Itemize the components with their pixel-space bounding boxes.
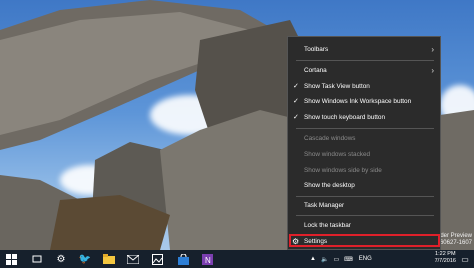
menu-item-label: Show windows stacked: [304, 150, 371, 158]
svg-text:N: N: [205, 256, 211, 265]
menu-item-task-manager[interactable]: Task Manager: [288, 198, 440, 212]
clock[interactable]: 1:22 PM 7/7/2016: [435, 251, 456, 265]
menu-separator: [296, 60, 434, 61]
network-icon[interactable]: ▲: [310, 256, 316, 262]
chevron-right-icon: ›: [431, 65, 434, 75]
watermark-line-1: der Preview: [440, 233, 472, 239]
menu-item-cortana[interactable]: Cortana ›: [288, 63, 440, 77]
menu-item-show-desktop[interactable]: Show the desktop: [288, 178, 440, 192]
start-icon[interactable]: [4, 252, 18, 266]
settings-icon[interactable]: ⚙: [54, 252, 68, 266]
menu-item-show-ink-workspace[interactable]: ✓ Show Windows Ink Workspace button: [288, 94, 440, 108]
menu-item-label: Cascade windows: [304, 134, 356, 142]
menu-separator: [296, 215, 434, 216]
volume-icon[interactable]: 🔈: [321, 256, 328, 263]
menu-item-label: Show Task View button: [304, 82, 370, 90]
mail-icon[interactable]: [126, 252, 140, 266]
menu-item-label: Task Manager: [304, 201, 345, 209]
menu-item-label: Show Windows Ink Workspace button: [304, 97, 412, 105]
menu-item-label: Cortana: [304, 66, 327, 74]
chevron-right-icon: ›: [431, 44, 434, 54]
menu-item-label: Show the desktop: [304, 181, 355, 189]
taskbar[interactable]: ⚙ 🐦 N ▲ 🔈 ▭ ⌨ ENG 1:22 PM 7/7/2016 ▭: [0, 250, 474, 268]
menu-item-lock-taskbar[interactable]: Lock the taskbar: [288, 218, 440, 232]
language-indicator[interactable]: ENG: [359, 256, 372, 262]
keyboard-icon[interactable]: ⌨: [344, 256, 353, 263]
battery-icon[interactable]: ▭: [333, 256, 339, 263]
settings-highlight-box: [289, 234, 440, 247]
menu-separator: [296, 196, 434, 197]
file-explorer-icon[interactable]: [102, 252, 116, 266]
system-tray: ▲ 🔈 ▭ ⌨ ENG: [310, 250, 372, 268]
clock-time: 1:22 PM: [435, 251, 456, 257]
menu-item-show-windows-stacked: Show windows stacked: [288, 147, 440, 161]
menu-item-label: Show windows side by side: [304, 166, 382, 174]
menu-item-cascade-windows: Cascade windows: [288, 131, 440, 145]
watermark-line-2: 60627-1607: [439, 240, 472, 246]
menu-item-show-task-view[interactable]: ✓ Show Task View button: [288, 79, 440, 93]
menu-item-label: Toolbars: [304, 45, 329, 53]
store-icon[interactable]: [176, 252, 190, 266]
taskbar-context-menu: Toolbars › Cortana › ✓ Show Task View bu…: [287, 36, 441, 250]
checkmark-icon: ✓: [293, 83, 299, 90]
onenote-icon[interactable]: N: [200, 252, 214, 266]
clock-date: 7/7/2016: [434, 258, 456, 264]
notification-center-icon[interactable]: ▭: [458, 252, 472, 266]
menu-separator: [296, 128, 434, 129]
build-watermark: der Preview 60627-1607: [440, 233, 472, 247]
checkmark-icon: ✓: [293, 114, 299, 121]
menu-item-show-touch-keyboard[interactable]: ✓ Show touch keyboard button: [288, 110, 440, 124]
menu-item-show-windows-side-by-side: Show windows side by side: [288, 163, 440, 177]
checkmark-icon: ✓: [293, 98, 299, 105]
menu-item-label: Show touch keyboard button: [304, 113, 386, 121]
task-view-icon[interactable]: [30, 252, 44, 266]
twitter-icon[interactable]: 🐦: [78, 252, 92, 266]
menu-item-toolbars[interactable]: Toolbars ›: [288, 42, 440, 56]
photos-icon[interactable]: [150, 252, 164, 266]
menu-item-label: Lock the taskbar: [304, 221, 351, 229]
